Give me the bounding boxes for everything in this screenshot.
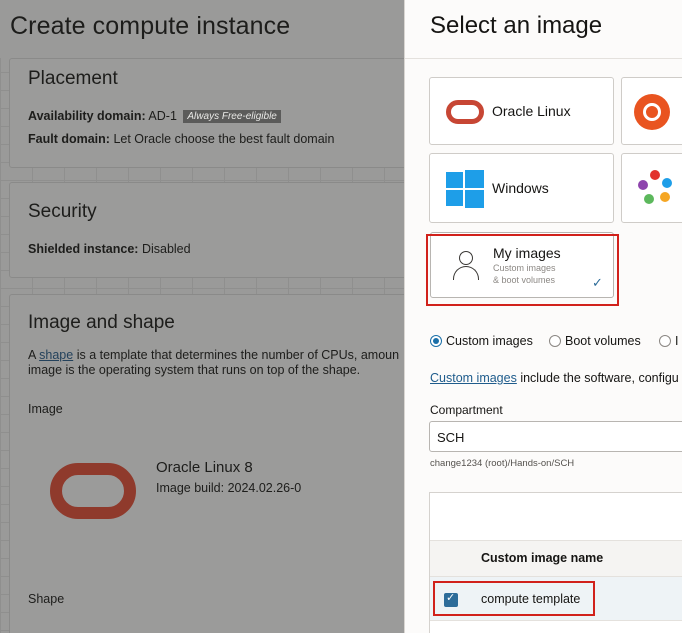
placement-heading: Placement <box>28 68 118 89</box>
shielded-instance-row: Shielded instance: Disabled <box>28 242 191 256</box>
create-instance-page: Create compute instance Placement Availa… <box>0 0 404 633</box>
panel-divider <box>405 58 682 59</box>
radio-boot-volumes-dot <box>549 335 561 347</box>
always-free-badge: Always Free-eligible <box>183 110 281 123</box>
community-os-icon <box>638 170 674 206</box>
radio-custom-images[interactable]: Custom images <box>430 334 533 348</box>
panel-title: Select an image <box>430 12 603 39</box>
placement-card: Placement Availability domain: AD-1 Alwa… <box>9 58 404 168</box>
image-shape-description: A shape is a template that determines th… <box>28 348 404 378</box>
oracle-logo-icon <box>50 463 136 519</box>
table-header-row: Custom image name <box>430 541 682 577</box>
tile-windows[interactable]: Windows <box>429 153 614 223</box>
highlight-my-images <box>426 234 619 306</box>
custom-images-desc-text: include the software, configu <box>520 371 679 385</box>
custom-images-description: Custom images include the software, conf… <box>430 371 679 385</box>
fault-domain-value: Let Oracle choose the best fault domain <box>113 132 335 146</box>
select-image-panel: Select an image Oracle Linux Windows My … <box>404 0 682 633</box>
tile-ubuntu[interactable] <box>621 77 682 145</box>
availability-domain-row: Availability domain: AD-1 Always Free-el… <box>28 109 281 123</box>
highlight-row <box>433 581 595 616</box>
windows-icon <box>446 170 484 208</box>
ubuntu-icon <box>634 94 670 130</box>
table-toolbar <box>430 493 682 541</box>
compartment-value: SCH <box>437 430 465 445</box>
radio-third-option-dot <box>659 335 671 347</box>
radio-third-option[interactable]: I <box>659 334 678 348</box>
shielded-instance-label: Shielded instance: <box>28 242 139 256</box>
image-name: Oracle Linux 8 <box>156 459 253 476</box>
page-title: Create compute instance <box>10 12 291 40</box>
radio-custom-images-dot <box>430 335 442 347</box>
security-heading: Security <box>28 201 97 222</box>
compartment-select[interactable]: SCH <box>429 421 682 452</box>
desc-line1: is a template that determines the number… <box>76 348 400 362</box>
fault-domain-row: Fault domain: Let Oracle choose the best… <box>28 132 334 146</box>
image-shape-card: Image and shape A shape is a template th… <box>9 294 404 633</box>
tile-oracle-linux-label: Oracle Linux <box>492 103 571 119</box>
oracle-linux-icon <box>446 100 484 124</box>
tile-oracle-linux[interactable]: Oracle Linux <box>429 77 614 145</box>
shape-link[interactable]: shape <box>39 348 73 362</box>
shielded-instance-value: Disabled <box>141 242 191 256</box>
fault-domain-label: Fault domain: <box>28 132 110 146</box>
availability-domain-label: Availability domain: <box>28 109 146 123</box>
radio-third-option-label: I <box>675 334 679 348</box>
column-header-image-name[interactable]: Custom image name <box>481 551 603 565</box>
desc-line2: image is the operating system that runs … <box>28 363 361 377</box>
custom-images-link[interactable]: Custom images <box>430 371 517 385</box>
radio-boot-volumes[interactable]: Boot volumes <box>549 334 641 348</box>
compartment-path: change1234 (root)/Hands-on/SCH <box>430 458 575 469</box>
radio-custom-images-label: Custom images <box>446 334 533 348</box>
radio-boot-volumes-label: Boot volumes <box>565 334 641 348</box>
shape-label: Shape <box>28 592 65 606</box>
compartment-label: Compartment <box>430 403 503 417</box>
tile-windows-label: Windows <box>492 180 549 196</box>
availability-domain-value: AD-1 <box>148 109 177 123</box>
image-label: Image <box>28 402 63 416</box>
image-build: Image build: 2024.02.26-0 <box>156 481 302 495</box>
image-shape-heading: Image and shape <box>28 312 175 333</box>
tile-other-os[interactable] <box>621 153 682 223</box>
desc-prefix: A <box>28 348 36 362</box>
security-card: Security Shielded instance: Disabled <box>9 182 404 278</box>
